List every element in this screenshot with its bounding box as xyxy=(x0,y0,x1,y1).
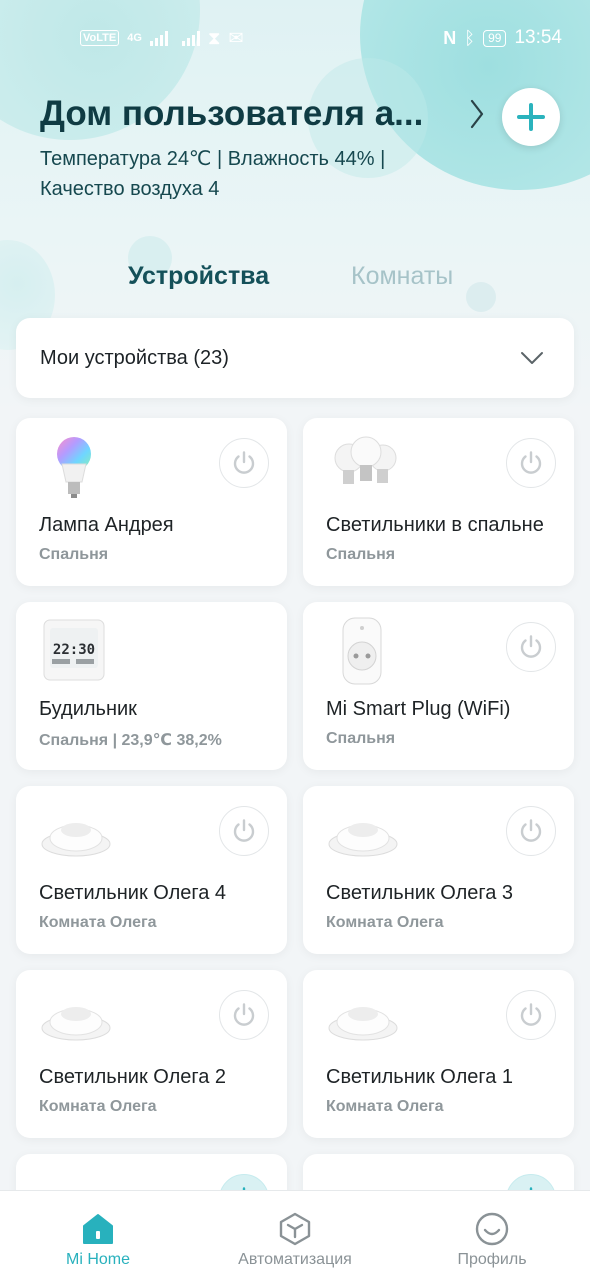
power-button[interactable] xyxy=(506,622,556,672)
profile-smile-icon xyxy=(475,1212,509,1246)
home-title[interactable]: Дом пользователя а... xyxy=(40,94,452,134)
hourglass-icon: ⧗ xyxy=(207,27,221,48)
device-name: Светильник Олега 1 xyxy=(326,1066,514,1088)
downlight-icon xyxy=(41,823,111,857)
power-icon xyxy=(233,451,255,474)
automation-cube-icon xyxy=(279,1212,311,1246)
bulbs-set-icon xyxy=(334,436,397,484)
nav-label: Профиль xyxy=(457,1251,527,1268)
device-room: Спальня xyxy=(326,546,396,563)
nav-profile[interactable]: Профиль xyxy=(394,1191,590,1280)
device-name: Светильник Олега 2 xyxy=(39,1066,227,1088)
device-card[interactable]: Светильники в спальне Спальня xyxy=(303,418,574,586)
tab-bar: Устройства Комнаты xyxy=(0,262,590,302)
status-bar: VoLTE 4G ⧗ ✉ N ᛒ 99 13:54 xyxy=(0,0,590,76)
device-name: Будильник xyxy=(39,698,137,720)
bluetooth-icon: ᛒ xyxy=(464,27,476,48)
device-room: Комната Олега xyxy=(39,1098,157,1115)
downlight-icon xyxy=(328,1007,398,1041)
signal-2-icon xyxy=(181,30,200,46)
downlight-icon xyxy=(328,823,398,857)
device-card[interactable]: 22:30 Будильник Спальня | 23,9℃ 38,2% xyxy=(16,602,287,770)
device-card[interactable]: Светильник Олега 3 Комната Олега xyxy=(303,786,574,954)
device-room: Спальня | 23,9℃ 38,2% xyxy=(39,732,222,749)
home-selector[interactable]: Дом пользователя а... xyxy=(40,86,560,142)
device-card[interactable]: Светильник Олега 1 Комната Олега xyxy=(303,970,574,1138)
bottom-navigation: Mi Home Автоматизация Профиль xyxy=(0,1190,590,1280)
clock-sensor-icon: 22:30 xyxy=(43,619,105,681)
power-button[interactable] xyxy=(506,990,556,1040)
network-label: 4G xyxy=(127,32,142,44)
home-icon xyxy=(83,1214,113,1244)
smart-plug-icon xyxy=(342,617,382,685)
power-button[interactable] xyxy=(506,438,556,488)
chevron-right-icon xyxy=(470,99,484,129)
power-button[interactable] xyxy=(506,806,556,856)
power-icon xyxy=(233,819,255,842)
device-room: Комната Олега xyxy=(39,914,157,931)
tab-devices[interactable]: Устройства xyxy=(128,262,269,291)
power-icon xyxy=(520,635,542,658)
device-card[interactable]: Светильник Олега 2 Комната Олега xyxy=(16,970,287,1138)
nav-label: Mi Home xyxy=(65,1251,130,1268)
device-filter-dropdown[interactable]: Мои устройства (23) xyxy=(16,318,574,398)
mail-icon: ✉ xyxy=(228,27,244,48)
nfc-icon: N xyxy=(443,27,457,48)
add-device-button[interactable] xyxy=(502,88,560,146)
power-icon xyxy=(520,819,542,842)
color-bulb-icon xyxy=(57,437,91,498)
device-card[interactable]: Светильник Олега 4 Комната Олега xyxy=(16,786,287,954)
device-card[interactable]: Mi Smart Plug (WiFi) Спальня xyxy=(303,602,574,770)
environment-summary-line-2: Качество воздуха 4 xyxy=(40,178,220,200)
device-name: Mi Smart Plug (WiFi) xyxy=(326,698,511,720)
plus-icon xyxy=(517,103,545,131)
device-room: Спальня xyxy=(326,730,396,747)
device-filter-label: Мои устройства (23) xyxy=(40,346,229,369)
power-icon xyxy=(520,451,542,474)
power-button[interactable] xyxy=(219,806,269,856)
signal-icon xyxy=(149,30,168,46)
device-card[interactable]: Лампа Андрея Спальня xyxy=(16,418,287,586)
device-room: Спальня xyxy=(39,546,109,563)
tab-rooms[interactable]: Комнаты xyxy=(351,262,453,291)
downlight-icon xyxy=(41,1007,111,1041)
device-name: Светильник Олега 3 xyxy=(326,882,514,904)
power-button[interactable] xyxy=(219,438,269,488)
device-room: Комната Олега xyxy=(326,1098,444,1115)
chevron-down-icon xyxy=(521,352,543,364)
nav-label: Автоматизация xyxy=(238,1251,352,1268)
volte-badge: VoLTE xyxy=(80,30,120,46)
power-icon xyxy=(233,1003,255,1026)
nav-automation[interactable]: Автоматизация xyxy=(197,1191,393,1280)
device-name: Светильники в спальне xyxy=(326,514,544,536)
battery-icon: 99 xyxy=(483,29,507,47)
power-button[interactable] xyxy=(219,990,269,1040)
svg-text:22:30: 22:30 xyxy=(53,642,95,658)
nav-mi-home[interactable]: Mi Home xyxy=(0,1191,196,1280)
device-name: Светильник Олега 4 xyxy=(39,882,227,904)
device-name: Лампа Андрея xyxy=(39,514,174,536)
power-icon xyxy=(520,1003,542,1026)
environment-summary: Температура 24℃ | Влажность 44% | xyxy=(40,148,386,170)
device-room: Комната Олега xyxy=(326,914,444,931)
clock: 13:54 xyxy=(514,27,562,48)
